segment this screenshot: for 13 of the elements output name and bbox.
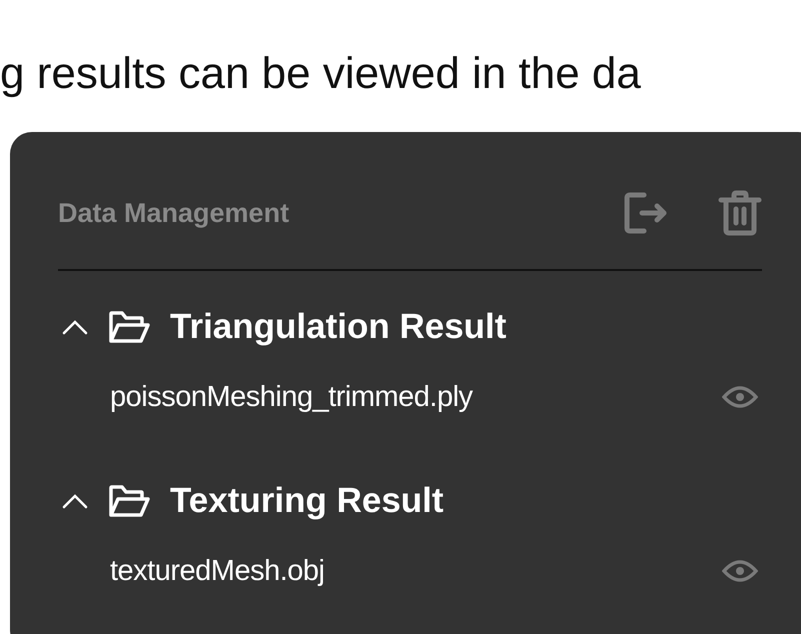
group-title[interactable]: Texturing Result bbox=[170, 475, 444, 528]
chevron-icon[interactable] bbox=[62, 319, 88, 336]
eye-icon[interactable] bbox=[722, 559, 758, 584]
folder-icon bbox=[108, 484, 150, 518]
intro-text: g results can be viewed in the da bbox=[0, 48, 641, 100]
chevron-icon[interactable] bbox=[62, 493, 88, 510]
folder-icon bbox=[108, 310, 150, 344]
panel-title: Data Management bbox=[58, 196, 290, 230]
file-name[interactable]: texturedMesh.obj bbox=[110, 550, 324, 593]
eye-icon[interactable] bbox=[722, 385, 758, 410]
file-name[interactable]: poissonMeshing_trimmed.ply bbox=[110, 376, 473, 419]
group-title[interactable]: Triangulation Result bbox=[170, 301, 506, 354]
delete-button[interactable] bbox=[718, 190, 762, 236]
